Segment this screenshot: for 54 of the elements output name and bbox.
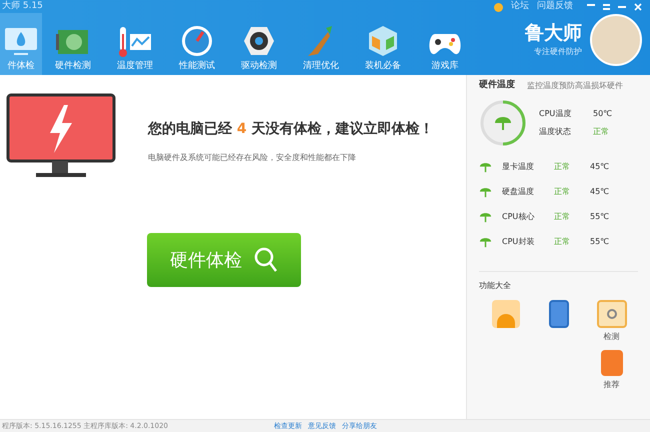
- sensor-name: 硬盘温度: [502, 186, 535, 198]
- close-icon[interactable]: [634, 3, 642, 11]
- feature-label[interactable]: 检测: [604, 330, 620, 342]
- checkup-subtitle: 电脑硬件及系统可能已经存在风险，安全度和性能都在下降: [148, 152, 357, 164]
- window-title: 大师 5.15: [2, 0, 43, 13]
- temperature-value: 正常: [593, 126, 609, 138]
- sensor-status: 正常: [554, 186, 571, 198]
- phone-icon[interactable]: [548, 300, 568, 328]
- monitor-icon: [4, 26, 38, 58]
- cube-icon: [366, 24, 400, 58]
- brand-name: 鲁大师: [525, 22, 582, 46]
- nav-tab[interactable]: 清理优化: [290, 13, 352, 75]
- umbrella-icon: [479, 186, 492, 198]
- umbrella-icon: [479, 210, 492, 224]
- speedometer-icon: [180, 24, 214, 58]
- feature-section-title: 功能大全: [479, 280, 512, 292]
- nav-tab[interactable]: 硬件检测: [42, 13, 104, 75]
- temperature-label: 温度状态: [539, 126, 572, 138]
- umbrella-icon: [479, 160, 492, 174]
- sensor-name: 显卡温度: [502, 161, 535, 173]
- brand-slogan: 专注硬件防护: [534, 46, 582, 58]
- search-icon: [254, 247, 278, 273]
- sensor-status: 正常: [554, 236, 571, 248]
- temperature-gauge: [479, 98, 527, 146]
- temperature-value: 50℃: [593, 108, 612, 120]
- temperature-label: CPU温度: [539, 108, 572, 120]
- checkup-headline: 您的电脑已经 4 天没有体检，建议立即体检！: [148, 120, 434, 139]
- sensor-value: 55℃: [590, 211, 610, 223]
- menu-icon[interactable]: [603, 4, 610, 10]
- thermometer-chart-icon: [117, 26, 153, 58]
- avatar: [590, 14, 642, 66]
- sensor-name: CPU核心: [502, 211, 536, 223]
- nav-tab[interactable]: 件体检: [0, 13, 42, 75]
- nav-tab[interactable]: 游戏库: [414, 13, 476, 75]
- header-link[interactable]: 论坛: [511, 0, 529, 14]
- header-link[interactable]: 问题反馈: [537, 0, 573, 14]
- panel-subtitle: 监控温度预防高温损坏硬件: [527, 80, 623, 92]
- sensor-value: 45℃: [590, 161, 610, 173]
- coin-icon[interactable]: [494, 2, 503, 12]
- umbrella-icon: [479, 236, 492, 248]
- sensor-name: CPU封装: [502, 236, 536, 248]
- sensor-status: 正常: [554, 211, 571, 223]
- sensor-value: 45℃: [590, 186, 610, 198]
- sun-icon[interactable]: [492, 300, 520, 328]
- nav-tab[interactable]: 驱动检测: [228, 13, 290, 75]
- sensor-value: 55℃: [590, 236, 610, 248]
- feature-label[interactable]: 推荐: [604, 378, 620, 390]
- sensor-status: 正常: [554, 161, 571, 173]
- nav-tab[interactable]: 装机必备: [352, 13, 414, 75]
- panel-title: 硬件温度: [479, 79, 515, 92]
- nav-tab[interactable]: 温度管理: [104, 13, 166, 75]
- nav-tab[interactable]: 性能测试: [166, 13, 228, 75]
- hardware-check-button[interactable]: 硬件体检: [147, 233, 301, 287]
- magnifier-icon[interactable]: [596, 300, 626, 328]
